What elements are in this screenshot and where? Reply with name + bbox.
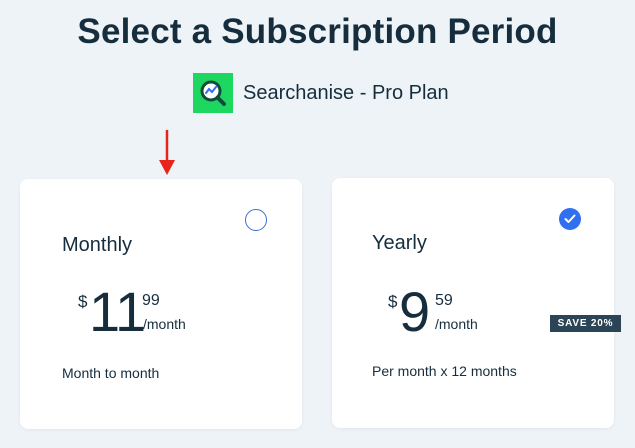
red-arrow-down-icon <box>159 130 175 175</box>
plan-name: Monthly <box>62 234 133 256</box>
magnifier-chart-icon <box>193 73 233 113</box>
price-dollars: 11 <box>89 280 146 343</box>
radio-checked-icon[interactable] <box>559 208 581 230</box>
price-currency: $ <box>78 292 88 311</box>
plan-name: Yearly <box>372 232 427 254</box>
price-period: /month <box>143 316 186 332</box>
plan-card-monthly[interactable]: Monthly $ 11 99 /month Month to month <box>20 179 302 429</box>
billing-note: Per month x 12 months <box>372 363 517 379</box>
save-badge: SAVE 20% <box>550 315 621 332</box>
check-icon <box>564 214 576 223</box>
page-title: Select a Subscription Period <box>77 12 558 51</box>
price-dollars: 9 <box>399 280 430 343</box>
plan-card-yearly[interactable]: Yearly $ 9 59 /month Per month x 12 mont… <box>332 178 614 428</box>
price-cents: 99 <box>142 292 160 309</box>
price-cents: 59 <box>435 292 453 309</box>
price-currency: $ <box>388 292 398 311</box>
app-info: Searchanise - Pro Plan <box>193 73 449 113</box>
billing-note: Month to month <box>62 365 160 381</box>
radio-unchecked-icon[interactable] <box>245 209 267 231</box>
price-period: /month <box>435 316 478 332</box>
app-name: Searchanise - Pro Plan <box>243 81 449 104</box>
